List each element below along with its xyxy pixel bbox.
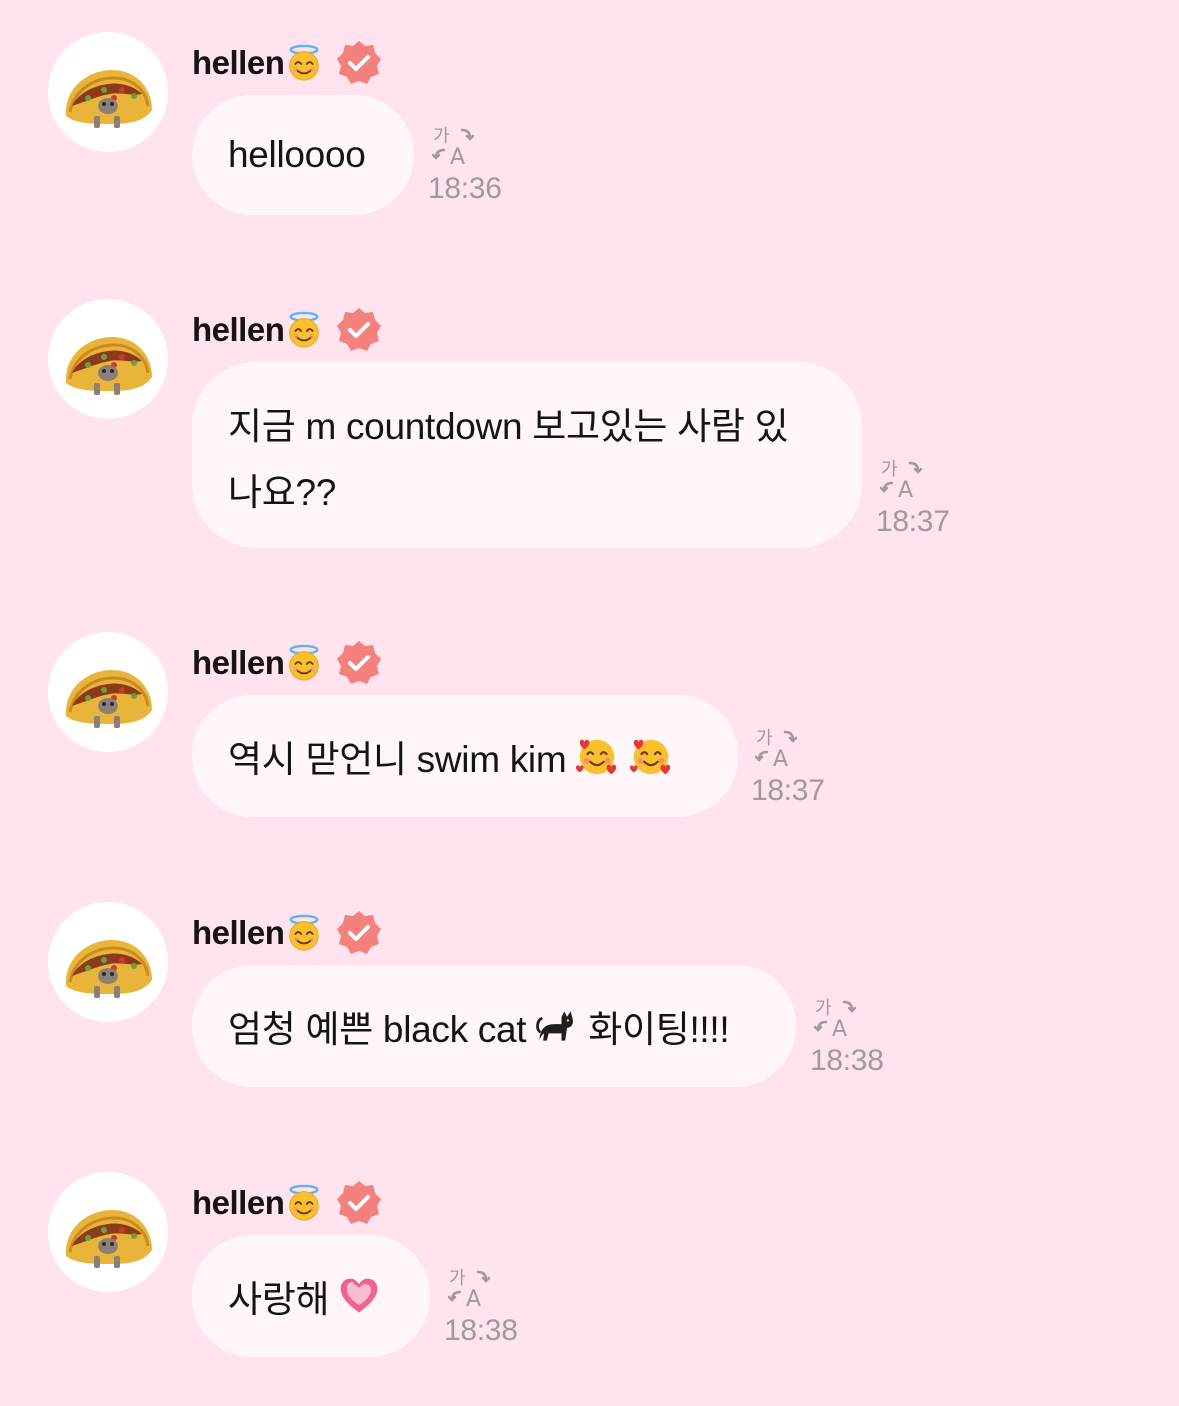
translate-icon[interactable] (880, 457, 924, 501)
author-row: hellen (192, 910, 383, 956)
message-bubble[interactable]: 사랑해 (192, 1235, 430, 1357)
verified-badge-icon (335, 909, 383, 957)
avatar[interactable] (48, 902, 168, 1022)
message-text: 화이팅!!!! (588, 1009, 730, 1050)
smiling-face-with-halo-icon (285, 914, 323, 952)
message-text-line: 나요?? (228, 472, 337, 513)
message-meta: 18:36 (428, 124, 518, 206)
verified-badge-icon (335, 306, 383, 354)
message-text: 역시 맏언니 swim kim (228, 739, 567, 780)
smiling-face-with-halo-icon (285, 311, 323, 349)
taco-avatar-icon (48, 32, 168, 152)
author-name[interactable]: hellen (192, 44, 285, 82)
smiling-face-with-halo-icon (285, 1184, 323, 1222)
verified-badge-icon (335, 639, 383, 687)
author-name[interactable]: hellen (192, 644, 285, 682)
message-time: 18:38 (810, 1044, 884, 1077)
author-row: hellen (192, 307, 383, 353)
translate-icon[interactable] (448, 1266, 492, 1310)
avatar[interactable] (48, 299, 168, 419)
taco-avatar-icon (48, 1172, 168, 1292)
taco-avatar-icon (48, 902, 168, 1022)
avatar[interactable] (48, 1172, 168, 1292)
message-meta: 18:37 (751, 726, 841, 808)
message-bubble[interactable]: 엄청 예쁜 black cat 화이팅!!!! (192, 965, 796, 1087)
author-row: hellen (192, 40, 383, 86)
author-row: hellen (192, 1180, 383, 1226)
message-time: 18:37 (751, 774, 825, 807)
translate-icon[interactable] (814, 996, 858, 1040)
author-name[interactable]: hellen (192, 311, 285, 349)
message-time: 18:37 (876, 505, 950, 538)
black-cat-icon (534, 1004, 578, 1048)
message-bubble[interactable]: 지금 m countdown 보고있는 사람 있 나요?? (192, 362, 862, 548)
smiling-face-with-hearts-icon (574, 733, 620, 779)
message-bubble[interactable]: helloooo (192, 95, 414, 215)
taco-avatar-icon (48, 299, 168, 419)
avatar[interactable] (48, 632, 168, 752)
verified-badge-icon (335, 1179, 383, 1227)
growing-heart-icon (337, 1274, 381, 1318)
message-meta: 18:38 (444, 1266, 534, 1348)
taco-avatar-icon (48, 632, 168, 752)
avatar[interactable] (48, 32, 168, 152)
message-text-line: 지금 m countdown 보고있는 사람 있 (228, 406, 789, 447)
message-text: 엄청 예쁜 black cat (228, 1009, 527, 1050)
author-name[interactable]: hellen (192, 1184, 285, 1222)
message-time: 18:36 (428, 172, 502, 205)
message-meta: 18:38 (810, 996, 900, 1078)
smiling-face-with-halo-icon (285, 644, 323, 682)
message-text: helloooo (228, 134, 366, 175)
smiling-face-with-halo-icon (285, 44, 323, 82)
author-name[interactable]: hellen (192, 914, 285, 952)
message-text: 사랑해 (228, 1279, 330, 1320)
message-time: 18:38 (444, 1314, 518, 1347)
author-row: hellen (192, 640, 383, 686)
message-bubble[interactable]: 역시 맏언니 swim kim (192, 695, 738, 817)
smiling-face-with-hearts-icon (628, 733, 674, 779)
translate-icon[interactable] (432, 124, 476, 168)
verified-badge-icon (335, 39, 383, 87)
translate-icon[interactable] (755, 726, 799, 770)
message-meta: 18:37 (876, 457, 966, 539)
